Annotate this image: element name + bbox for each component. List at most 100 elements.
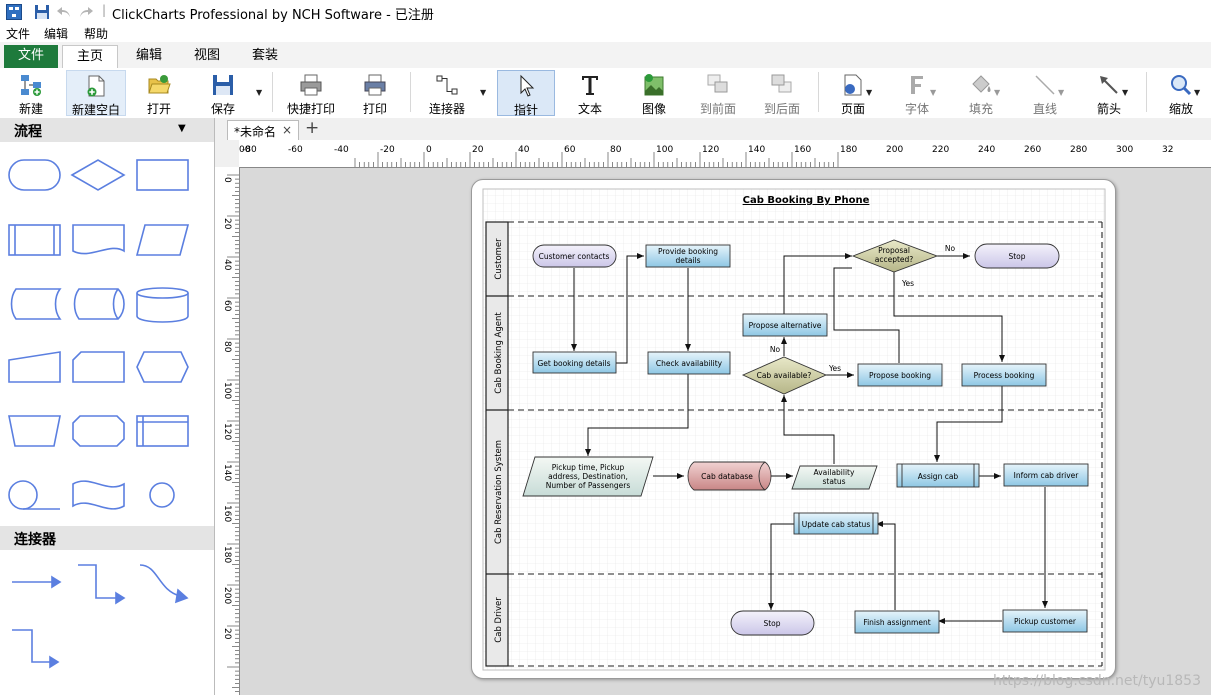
direct-data-shape[interactable]: [73, 288, 125, 320]
tab-home[interactable]: 主页: [62, 45, 118, 69]
image-button[interactable]: 图像: [625, 70, 683, 116]
lane-label-system[interactable]: Cab Reservation System: [494, 440, 504, 544]
diagram-title[interactable]: Cab Booking By Phone: [743, 195, 870, 206]
bring-to-front-button[interactable]: 到前面: [689, 70, 747, 116]
terminator-shape[interactable]: [8, 159, 61, 191]
node-propose-alternative[interactable]: Propose alternative: [742, 313, 828, 337]
pointer-button[interactable]: 指针: [497, 70, 555, 117]
print-button[interactable]: 打印: [346, 70, 404, 116]
add-tab-icon[interactable]: +: [305, 118, 319, 138]
fill-dropdown-icon[interactable]: ▼: [994, 88, 1000, 97]
new-button[interactable]: 新建: [2, 70, 60, 116]
data-shape[interactable]: [135, 224, 190, 256]
tape-shape[interactable]: [72, 480, 125, 510]
chevron-down-icon[interactable]: ▼: [178, 123, 186, 134]
new-blank-label: 新建空白: [71, 103, 120, 117]
manual-operation-shape[interactable]: [8, 415, 61, 447]
document-shape[interactable]: [72, 224, 125, 255]
redo-icon[interactable]: [78, 4, 94, 20]
loop-limit-shape[interactable]: [72, 415, 125, 447]
node-check-availability[interactable]: Check availability: [647, 351, 731, 375]
ruler-label: 240: [978, 145, 995, 155]
diagram-page[interactable]: Cab Booking By Phone Customer Cab Bookin…: [471, 179, 1116, 679]
node-availability-status[interactable]: Availability status: [791, 465, 878, 490]
svg-text:Process booking: Process booking: [974, 371, 1035, 380]
node-get-booking[interactable]: Get booking details: [532, 351, 617, 374]
page-button[interactable]: 页面: [824, 70, 882, 116]
elbow-connector-2[interactable]: [12, 629, 60, 669]
node-customer-contacts[interactable]: Customer contacts: [532, 244, 617, 268]
menu-help[interactable]: 帮助: [84, 25, 108, 42]
flowchart: Cab Booking By Phone Customer Cab Bookin…: [482, 188, 1106, 671]
new-blank-button[interactable]: 新建空白: [66, 70, 126, 117]
zoom-dropdown-icon[interactable]: ▼: [1194, 88, 1200, 97]
line-dropdown-icon[interactable]: ▼: [1058, 88, 1064, 97]
curved-connector[interactable]: [139, 564, 189, 604]
save-dropdown-icon[interactable]: ▼: [256, 88, 262, 97]
flow-section-header[interactable]: 流程 ▼: [0, 118, 214, 142]
node-propose-booking[interactable]: Propose booking: [857, 363, 943, 387]
ruler-label: 40: [222, 259, 232, 271]
fill-button[interactable]: 填充: [952, 70, 1010, 116]
node-update-status[interactable]: Update cab status: [793, 512, 879, 535]
line-button[interactable]: 直线: [1016, 70, 1074, 116]
font-icon: [911, 76, 923, 94]
zoom-label: 缩放: [1168, 102, 1193, 116]
card-shape[interactable]: [72, 351, 125, 383]
close-icon[interactable]: ×: [282, 123, 292, 137]
connector-section-header[interactable]: 连接器: [0, 526, 214, 550]
node-assign-cab[interactable]: Assign cab: [896, 463, 980, 488]
lane-label-driver[interactable]: Cab Driver: [494, 597, 504, 643]
node-provide-booking[interactable]: Provide booking details: [645, 244, 731, 268]
sequential-data-shape[interactable]: [8, 480, 60, 510]
node-cab-database[interactable]: Cab database: [687, 461, 772, 491]
node-stop-bottom[interactable]: Stop: [730, 610, 815, 636]
connector-dropdown-icon[interactable]: ▼: [480, 88, 486, 97]
tab-view[interactable]: 视图: [180, 45, 234, 68]
stored-data-shape[interactable]: [10, 288, 62, 320]
node-stop-top[interactable]: Stop: [974, 243, 1060, 269]
quick-print-button[interactable]: 快捷打印: [282, 70, 340, 116]
straight-connector[interactable]: [12, 575, 62, 589]
node-pickup-customer[interactable]: Pickup customer: [1002, 609, 1088, 633]
page-dropdown-icon[interactable]: ▼: [866, 88, 872, 97]
ruler-label: 180: [222, 546, 232, 563]
document-tab[interactable]: *未命名 ×: [227, 120, 299, 141]
node-process-booking[interactable]: Process booking: [961, 363, 1047, 387]
manual-input-shape[interactable]: [8, 351, 61, 383]
tab-edit[interactable]: 编辑: [122, 45, 176, 68]
lane-label-customer[interactable]: Customer: [494, 238, 504, 280]
tab-suite[interactable]: 套装: [238, 45, 292, 68]
font-dropdown-icon[interactable]: ▼: [930, 88, 936, 97]
connector-circle-shape[interactable]: [149, 482, 175, 508]
node-pickup-details[interactable]: Pickup time, Pickup address, Destination…: [522, 456, 654, 497]
menu-file[interactable]: 文件: [6, 25, 30, 42]
node-inform-driver[interactable]: Inform cab driver: [1003, 463, 1089, 487]
node-finish-assignment[interactable]: Finish assignment: [854, 610, 940, 634]
title-bar: | ClickCharts Professional by NCH Softwa…: [0, 0, 1211, 24]
tab-file[interactable]: 文件: [4, 45, 58, 68]
save-button[interactable]: 保存: [194, 70, 252, 116]
open-button[interactable]: 打开: [130, 70, 188, 116]
arrow-dropdown-icon[interactable]: ▼: [1122, 88, 1128, 97]
save-icon[interactable]: [34, 4, 50, 20]
decision-shape[interactable]: [70, 159, 126, 191]
send-to-back-button[interactable]: 到后面: [753, 70, 811, 116]
elbow-connector[interactable]: [78, 564, 126, 605]
text-button[interactable]: 文本: [561, 70, 619, 116]
undo-icon[interactable]: [56, 4, 72, 20]
connector-button[interactable]: 连接器: [418, 70, 476, 116]
preparation-shape[interactable]: [136, 351, 189, 383]
internal-storage-shape[interactable]: [136, 415, 189, 447]
predefined-process-shape[interactable]: [8, 224, 61, 256]
process-shape[interactable]: [136, 159, 189, 191]
send-back-icon: [771, 74, 792, 93]
menu-edit[interactable]: 编辑: [44, 25, 68, 42]
lane-label-agent[interactable]: Cab Booking Agent: [494, 312, 504, 394]
font-button[interactable]: 字体: [888, 70, 946, 116]
arrow-button[interactable]: 箭头: [1080, 70, 1138, 116]
ruler-label: 100: [656, 145, 673, 155]
database-shape[interactable]: [136, 287, 189, 323]
zoom-button[interactable]: 缩放: [1152, 70, 1210, 116]
drawing-canvas[interactable]: Cab Booking By Phone Customer Cab Bookin…: [240, 168, 1211, 695]
